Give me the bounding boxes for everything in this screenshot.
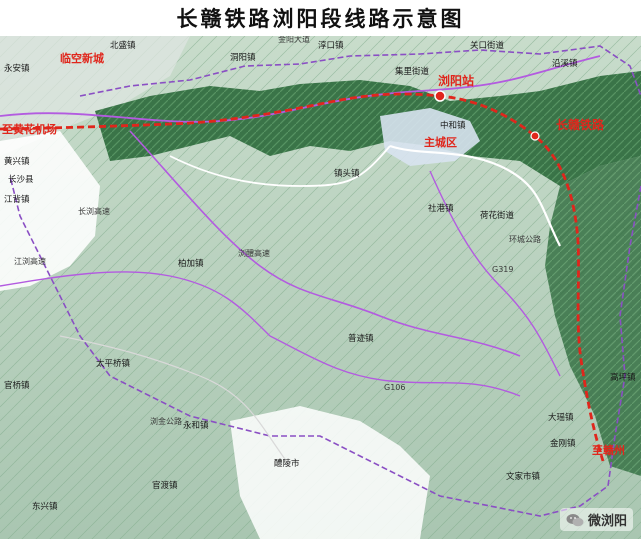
road-liujin: 浏金公路 bbox=[150, 416, 182, 426]
wechat-icon bbox=[566, 513, 584, 526]
map-figure: 长赣铁路浏阳段线路示意图 浏阳站 长赣铁路 至黄花机场 至赣州 主城区 临空新城… bbox=[0, 0, 641, 539]
place-zhenfu: 镇头镇 bbox=[334, 168, 360, 179]
road-jinyang: 金阳大道 bbox=[278, 36, 310, 44]
place-guankou: 关口街道 bbox=[470, 40, 505, 51]
watermark: 微浏阳 bbox=[559, 508, 633, 531]
place-dongxing: 东兴镇 bbox=[32, 501, 58, 512]
place-dongyang: 洞阳镇 bbox=[230, 52, 256, 63]
road-changliu: 长浏高速 bbox=[78, 206, 110, 216]
ganzhou-label: 至赣州 bbox=[592, 443, 625, 457]
road-huanxing: 环城公路 bbox=[509, 234, 541, 244]
place-dayao: 大瑶镇 bbox=[548, 412, 574, 423]
new-area-label: 临空新城 bbox=[60, 51, 104, 65]
place-changsha: 长沙县 bbox=[8, 174, 34, 185]
place-beisheng: 北盛镇 bbox=[110, 40, 136, 51]
place-puji: 普迹镇 bbox=[348, 333, 374, 344]
airport-label: 至黄花机场 bbox=[2, 122, 57, 136]
place-zhonghe: 中和镇 bbox=[440, 120, 466, 131]
place-shegang: 社港镇 bbox=[428, 203, 454, 214]
urban-area-label: 主城区 bbox=[424, 135, 457, 149]
place-hehua: 荷花街道 bbox=[480, 210, 515, 221]
place-jili: 集里街道 bbox=[395, 66, 430, 77]
place-yongan: 永安镇 bbox=[4, 63, 30, 74]
place-jinggang: 金刚镇 bbox=[550, 438, 576, 449]
place-taiping: 太平桥镇 bbox=[96, 358, 131, 369]
place-wenjiashi: 文家市镇 bbox=[506, 471, 541, 482]
place-guandu: 官渡镇 bbox=[152, 480, 178, 491]
road-jiangliu: 江浏高速 bbox=[14, 256, 46, 266]
railway-label: 长赣铁路 bbox=[556, 117, 605, 132]
title-bar: 长赣铁路浏阳段线路示意图 bbox=[0, 0, 641, 37]
place-yanqi: 沿溪镇 bbox=[552, 58, 578, 69]
place-gaoping: 高坪镇 bbox=[610, 372, 636, 383]
station-label: 浏阳站 bbox=[438, 73, 474, 88]
place-guanqiao: 官桥镇 bbox=[4, 380, 30, 391]
place-zhenkui: 柏加镇 bbox=[178, 258, 204, 269]
road-g319: G319 bbox=[492, 265, 513, 274]
place-jiangbei: 江背镇 bbox=[4, 194, 30, 205]
watermark-text: 微浏阳 bbox=[587, 514, 627, 529]
junction-marker bbox=[530, 131, 540, 141]
road-g106: G106 bbox=[384, 383, 405, 392]
place-chunhua: 淳口镇 bbox=[318, 40, 344, 51]
map-title: 长赣铁路浏阳段线路示意图 bbox=[176, 7, 465, 31]
route-map: 浏阳站 长赣铁路 至黄花机场 至赣州 主城区 临空新城 永安镇 北盛镇 集里街道… bbox=[0, 36, 641, 539]
road-liuliu: 浏醴高速 bbox=[238, 248, 270, 258]
liuyang-station-marker bbox=[434, 90, 446, 102]
place-liling: 醴陵市 bbox=[274, 458, 300, 469]
place-huanglong: 黄兴镇 bbox=[4, 156, 30, 167]
place-yonghe: 永和镇 bbox=[183, 420, 209, 431]
